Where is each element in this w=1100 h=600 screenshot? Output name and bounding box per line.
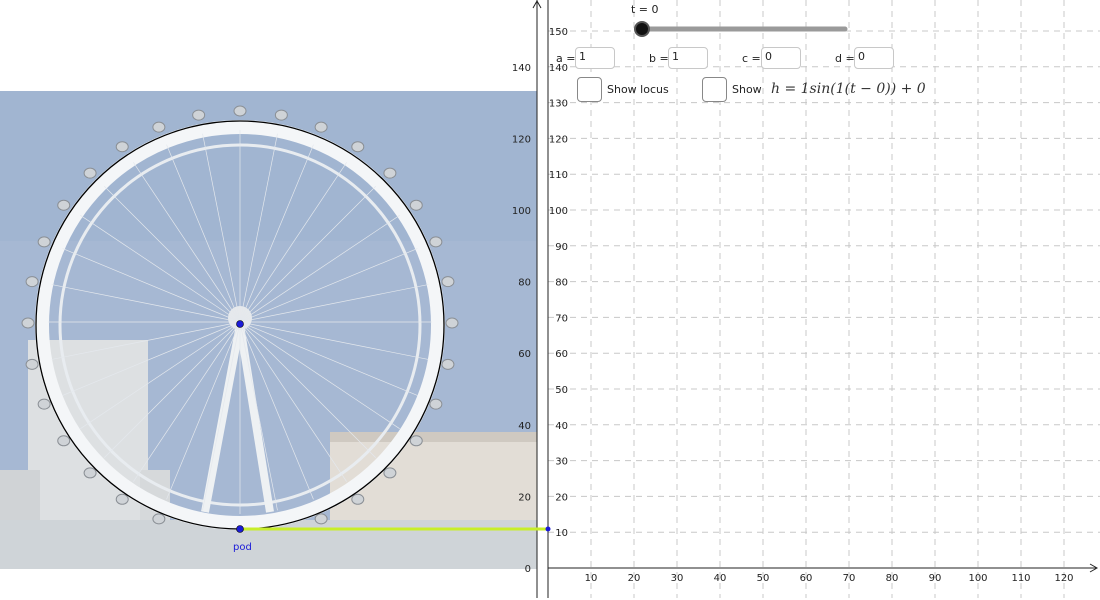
x-tick-label: 20 [628,573,641,584]
y-tick-label: 70 [555,313,568,324]
center-point[interactable] [236,320,244,328]
y-tick-label: 80 [555,278,568,289]
left-y-tick-label: 140 [512,63,531,74]
x-tick-label: 120 [1054,573,1073,584]
x-axis-tick-labels: 10 20 30 40 50 60 70 80 90 100 110 120 [585,573,1074,584]
y-tick-label: 60 [555,349,568,360]
y-tick-label: 10 [555,528,568,539]
pod-label: pod [233,542,252,553]
param-b-input[interactable]: 1 [668,47,708,69]
y-tick-label: 50 [555,385,568,396]
graph-point[interactable] [545,526,551,532]
show-locus-label: Show locus [607,83,669,96]
left-y-tick-label: 40 [518,421,531,432]
slider-label: t = 0 [631,3,659,16]
left-y-tick-label: 20 [518,492,531,503]
left-y-tick-label: 80 [518,278,531,289]
ferris-wheel-image [0,91,537,569]
x-tick-label: 10 [585,573,598,584]
equation-text: h = 1sin(1(t − 0)) + 0 [771,81,926,97]
left-y-tick-label: 120 [512,134,531,145]
y-tick-label: 110 [549,170,568,181]
show-equation-checkbox[interactable] [702,77,727,102]
y-tick-label: 20 [555,492,568,503]
y-axis-tick-labels: 102030405060708090100110120130140150 [549,27,568,539]
x-tick-label: 50 [757,573,770,584]
param-a-input[interactable]: 1 [575,47,615,69]
y-tick-label: 120 [549,134,568,145]
y-tick-label: 100 [549,206,568,217]
param-d-label: d = [835,52,855,65]
x-tick-label: 40 [714,573,727,584]
t-slider[interactable] [634,21,848,37]
left-y-tick-label: 100 [512,206,531,217]
x-tick-label: 60 [800,573,813,584]
x-tick-label: 100 [968,573,987,584]
param-d-input[interactable]: 0 [854,47,894,69]
y-tick-label: 30 [555,457,568,468]
x-tick-label: 30 [671,573,684,584]
param-a-label: a = [556,52,576,65]
param-c-input[interactable]: 0 [761,47,801,69]
x-tick-label: 80 [886,573,899,584]
pod-point[interactable] [236,525,244,533]
param-c-label: c = [742,52,761,65]
x-tick-label: 90 [929,573,942,584]
show-equation-label: Show [732,83,762,96]
left-y-tick-label: 60 [518,349,531,360]
x-tick-label: 70 [843,573,856,584]
y-tick-label: 40 [555,421,568,432]
x-tick-label: 110 [1011,573,1030,584]
left-y-tick-label: 0 [525,564,531,575]
graphics-view[interactable]: 10 20 30 40 50 60 70 80 90 100 110 120 102030405060… [0,0,1100,600]
slider-handle[interactable] [634,21,650,37]
y-tick-label: 150 [549,27,568,38]
y-tick-label: 90 [555,242,568,253]
show-locus-checkbox[interactable] [577,77,602,102]
y-tick-label: 130 [549,99,568,110]
param-b-label: b = [649,52,669,65]
